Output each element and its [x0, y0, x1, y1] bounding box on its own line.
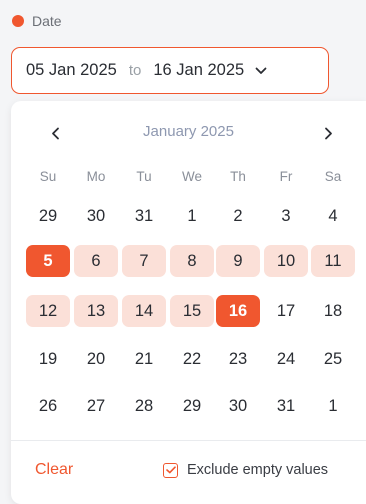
calendar-day[interactable]: 8	[170, 245, 214, 277]
calendar-grid: 29 30 31 1 2 3 4 5 6 7 8 9 10 11 12 13 14 15 16 17 18 19 20 21 2…	[11, 101, 366, 431]
calendar-day[interactable]: 14	[122, 295, 166, 327]
calendar-day[interactable]: 25	[311, 343, 355, 375]
date-range-field[interactable]: 05 Jan 2025 to 16 Jan 2025	[11, 47, 329, 94]
calendar-day[interactable]: 24	[264, 343, 308, 375]
calendar-footer: Clear Exclude empty values	[11, 456, 366, 486]
calendar-day[interactable]: 18	[311, 295, 355, 327]
calendar-day[interactable]: 1	[170, 200, 214, 232]
calendar-day[interactable]: 23	[216, 343, 260, 375]
calendar-day[interactable]: 10	[264, 245, 308, 277]
calendar-day[interactable]: 17	[264, 295, 308, 327]
calendar-popover: January 2025 Su Mo Tu We Th Fr Sa 29 30 31 1 2 3 4 5 6…	[11, 101, 366, 504]
calendar-day[interactable]: 20	[74, 343, 118, 375]
range-start-day[interactable]: 5	[26, 245, 70, 277]
calendar-day[interactable]: 15	[170, 295, 214, 327]
range-end-date: 16 Jan 2025	[153, 61, 245, 79]
calendar-day[interactable]: 29	[170, 390, 214, 422]
range-end-day[interactable]: 16	[216, 295, 260, 327]
calendar-day[interactable]: 2	[216, 200, 260, 232]
calendar-day[interactable]: 9	[216, 245, 260, 277]
calendar-day[interactable]: 27	[74, 390, 118, 422]
calendar-day[interactable]: 22	[170, 343, 214, 375]
calendar-day[interactable]: 11	[311, 245, 355, 277]
clear-button[interactable]: Clear	[35, 461, 73, 479]
date-filter-label: Date	[12, 13, 62, 29]
calendar-day[interactable]: 31	[264, 390, 308, 422]
calendar-day[interactable]: 30	[216, 390, 260, 422]
status-dot-icon	[12, 15, 24, 27]
exclude-empty-option[interactable]: Exclude empty values	[163, 462, 328, 478]
calendar-day[interactable]: 13	[74, 295, 118, 327]
calendar-day[interactable]: 31	[122, 200, 166, 232]
calendar-day[interactable]: 7	[122, 245, 166, 277]
calendar-day[interactable]: 1	[311, 390, 355, 422]
date-label-text: Date	[32, 13, 62, 29]
calendar-day[interactable]: 21	[122, 343, 166, 375]
calendar-day[interactable]: 4	[311, 200, 355, 232]
exclude-empty-checkbox[interactable]	[163, 462, 178, 478]
divider	[11, 440, 366, 441]
range-separator: to	[128, 62, 142, 79]
range-start-date: 05 Jan 2025	[26, 61, 117, 79]
calendar-day[interactable]: 30	[74, 200, 118, 232]
calendar-day[interactable]: 12	[26, 295, 70, 327]
calendar-day[interactable]: 3	[264, 200, 308, 232]
calendar-day[interactable]: 26	[26, 390, 70, 422]
date-filter: Date 05 Jan 2025 to 16 Jan 2025 January …	[0, 0, 366, 504]
chevron-down-icon[interactable]	[254, 64, 268, 78]
calendar-day[interactable]: 6	[74, 245, 118, 277]
exclude-empty-label: Exclude empty values	[187, 462, 329, 478]
calendar-day[interactable]: 19	[26, 343, 70, 375]
calendar-day[interactable]: 29	[26, 200, 70, 232]
calendar-day[interactable]: 28	[122, 390, 166, 422]
